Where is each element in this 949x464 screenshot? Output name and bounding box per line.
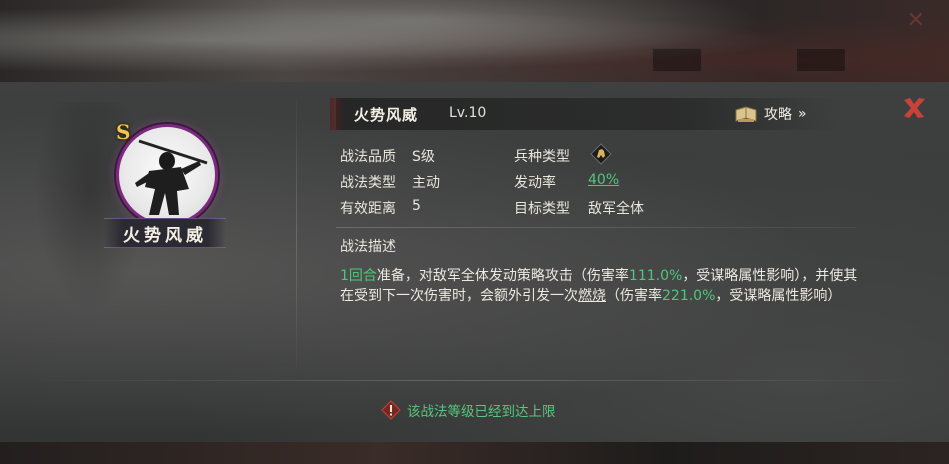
desc-text: 准备，对敌军全体发动策略攻击（伤害率 — [376, 268, 629, 284]
rate-value: 40% — [588, 172, 620, 188]
skill-portrait: S — [112, 120, 220, 228]
background-tab — [652, 48, 702, 72]
skill-name: 火势风威 — [354, 106, 419, 124]
book-icon — [734, 104, 758, 124]
vertical-divider — [296, 98, 297, 368]
quality-value: S级 — [412, 149, 435, 165]
close-icon — [904, 98, 925, 118]
background-tab — [796, 48, 846, 72]
max-level-notice: 该战法等级已经到达上限 — [381, 400, 556, 420]
desc-damage-rate: 111.0% — [628, 268, 683, 284]
notice-text: 该战法等级已经到达上限 — [407, 404, 556, 420]
desc-burn-keyword[interactable]: 燃烧 — [578, 288, 606, 304]
chevron-right-icon: » — [798, 106, 807, 122]
background-footer — [0, 442, 949, 464]
warrior-portrait-icon — [116, 124, 218, 226]
skill-level: Lv.10 — [449, 105, 487, 121]
skill-description: 1回合准备，对敌军全体发动策略攻击（伤害率111.0%，受谋略属性影响），并使其… — [340, 266, 860, 306]
guide-button[interactable]: 攻略 » — [734, 101, 807, 127]
range-value: 5 — [412, 198, 421, 214]
background-scene: ✕ — [0, 0, 949, 82]
desc-rounds: 1回合 — [340, 268, 377, 284]
type-label: 战法类型 — [340, 175, 396, 191]
troop-type-label: 兵种类型 — [514, 149, 570, 165]
footer-divider — [20, 380, 929, 381]
target-label: 目标类型 — [514, 201, 570, 217]
skill-detail-dialog: S 火势风威 火势风威 Lv.10 攻略 » 战法品质 S级 兵种类型 战法类型… — [0, 82, 949, 442]
section-divider — [336, 227, 856, 228]
header-accent — [330, 98, 344, 130]
quality-label: 战法品质 — [340, 149, 396, 165]
desc-text: （伤害率 — [606, 288, 662, 304]
desc-text: ，受谋略属性影响） — [715, 288, 842, 304]
portrait-caption: 火势风威 — [104, 218, 226, 248]
warning-icon — [381, 400, 401, 420]
type-value: 主动 — [412, 175, 440, 191]
cavalry-icon — [590, 143, 612, 165]
desc-burn-rate: 221.0% — [662, 288, 716, 304]
grade-badge: S — [116, 120, 131, 144]
range-label: 有效距离 — [340, 201, 396, 217]
close-button[interactable] — [900, 94, 928, 122]
target-value: 敌军全体 — [588, 201, 644, 217]
guide-label: 攻略 — [764, 107, 792, 123]
background-close-icon: ✕ — [906, 8, 925, 33]
skill-header: 火势风威 Lv.10 攻略 » — [330, 98, 844, 130]
description-title: 战法描述 — [340, 239, 396, 255]
rate-label: 发动率 — [514, 175, 556, 191]
